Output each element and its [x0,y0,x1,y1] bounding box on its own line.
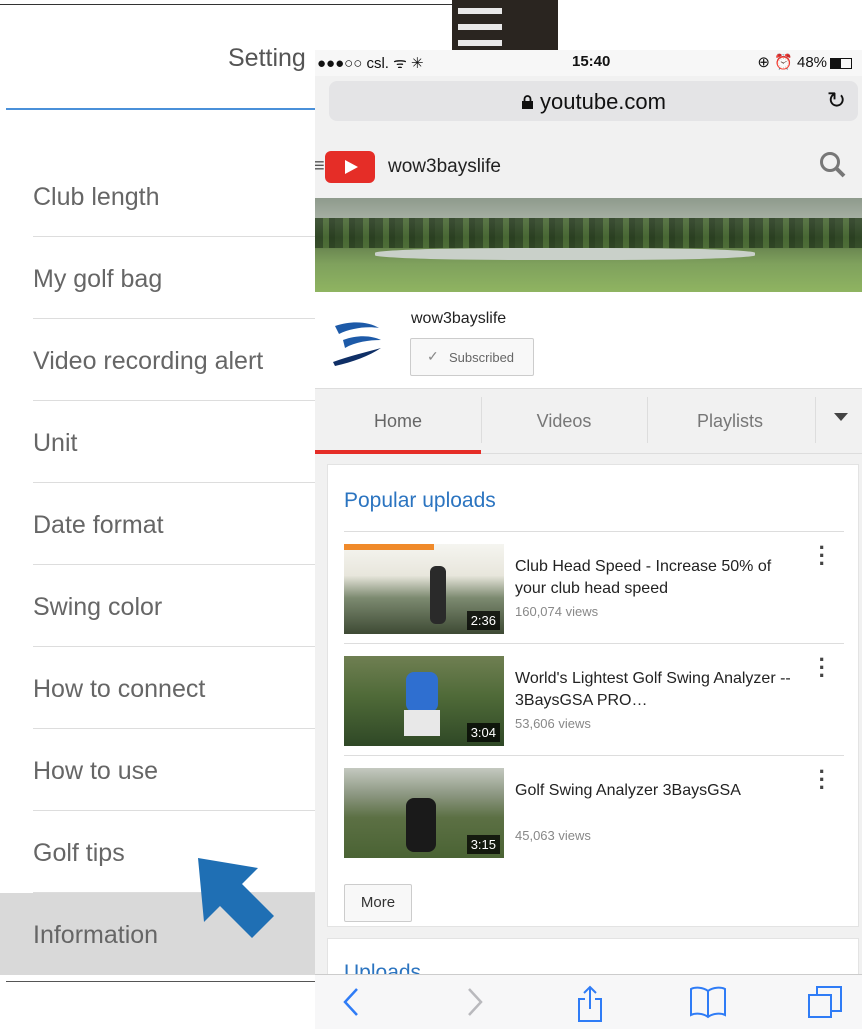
url-display: youtube.com [329,89,858,115]
guide-menu-icon[interactable]: ≡ [315,155,325,178]
settings-item-information[interactable]: Information [0,893,330,975]
share-icon[interactable] [575,985,605,1023]
tab-home[interactable]: Home [315,389,481,454]
popular-uploads-card: Popular uploads 2:36 Club Head Speed - I… [327,464,859,927]
menu-icon[interactable] [452,0,558,52]
safari-toolbar [315,974,862,1029]
settings-item-swing-color[interactable]: Swing color [0,565,330,647]
popular-uploads-heading: Popular uploads [344,489,496,512]
reload-icon[interactable]: ↻ [827,87,846,114]
settings-item-how-to-connect[interactable]: How to connect [0,647,330,729]
video-item[interactable]: 3:04 World's Lightest Golf Swing Analyze… [344,644,844,756]
settings-item-golf-tips[interactable]: Golf tips [0,811,330,893]
bookmarks-icon[interactable] [689,985,727,1019]
video-duration: 3:15 [466,835,500,854]
settings-item-label: Date format [33,511,164,539]
tab-videos[interactable]: Videos [481,389,647,453]
settings-item-label: Golf tips [33,839,125,867]
subscribed-button[interactable]: ✓ Subscribed [410,338,534,376]
video-thumbnail[interactable]: 3:15 [344,768,504,858]
bottom-divider [6,981,326,982]
video-thumbnail[interactable]: 3:04 [344,656,504,746]
search-icon[interactable] [818,150,848,180]
tabs-icon[interactable] [807,985,843,1021]
settings-item-unit[interactable]: Unit [0,401,330,483]
status-bar: ●●●○○ csl. ᯤ ✳ 15:40 ⊕ ⏰ 48% [315,50,862,76]
settings-item-label: Information [33,921,159,949]
video-duration: 3:04 [466,723,500,742]
settings-item-label: Club length [33,183,160,211]
settings-item-my-golf-bag[interactable]: My golf bag [0,237,330,319]
more-button[interactable]: More [344,884,412,922]
lock-icon [522,95,534,109]
checkmark-icon: ✓ [427,348,439,364]
settings-item-label: Swing color [33,593,163,621]
tab-playlists[interactable]: Playlists [647,389,813,453]
battery-icon [830,57,852,69]
settings-item-video-recording-alert[interactable]: Video recording alert [0,319,330,401]
video-duration: 2:36 [466,611,500,630]
settings-item-label: Unit [33,429,78,457]
youtube-header: ≡ wow3bayslife [315,138,862,199]
forward-icon[interactable] [463,985,487,1019]
back-icon[interactable] [339,985,363,1019]
top-divider [0,4,452,5]
status-time: 15:40 [572,53,611,70]
settings-item-label: How to use [33,757,159,785]
settings-item-label: How to connect [33,675,206,703]
channel-tabs: Home Videos Playlists [315,388,862,454]
settings-item-how-to-use[interactable]: How to use [0,729,330,811]
video-thumbnail[interactable]: 2:36 [344,544,504,634]
video-item[interactable]: 3:15 Golf Swing Analyzer 3BaysGSA 45,063… [344,756,844,868]
channel-name: wow3bayslife [411,310,507,327]
settings-item-club-length[interactable]: Club length [0,155,330,237]
youtube-logo-icon[interactable] [325,151,375,183]
phone-screenshot: ●●●○○ csl. ᯤ ✳ 15:40 ⊕ ⏰ 48% youtube.com… [315,50,862,1029]
channel-info: wow3bayslife ✓ Subscribed [315,292,862,388]
more-options-icon[interactable]: · · · [819,649,826,687]
video-views: 45,063 views [515,828,591,843]
settings-title: Setting [228,44,306,72]
video-views: 53,606 views [515,716,591,731]
status-right: ⊕ ⏰ 48% [757,53,852,71]
settings-item-label: Video recording alert [33,347,264,375]
settings-item-label: My golf bag [33,265,163,293]
address-bar[interactable]: youtube.com ↻ [329,81,858,121]
tabs-dropdown-icon[interactable] [816,389,862,453]
video-views: 160,074 views [515,604,599,619]
video-title[interactable]: Club Head Speed - Increase 50% of your c… [515,556,795,600]
url-text: youtube.com [540,89,666,114]
header-channel-name: wow3bayslife [388,156,501,177]
video-item[interactable]: 2:36 Club Head Speed - Increase 50% of y… [344,532,844,644]
video-title[interactable]: Golf Swing Analyzer 3BaysGSA [515,780,795,802]
carrier-signal: ●●●○○ csl. ᯤ ✳ [317,55,424,72]
settings-item-date-format[interactable]: Date format [0,483,330,565]
more-options-icon[interactable]: · · · [819,537,826,575]
channel-banner-image [315,198,862,292]
pointer-arrow-icon [198,858,274,938]
battery-percent: ⊕ ⏰ 48% [757,54,827,71]
subscribed-label: Subscribed [449,350,515,365]
title-underline [6,108,326,110]
settings-list: Club length My golf bag Video recording … [0,155,330,975]
more-options-icon[interactable]: · · · [819,761,826,799]
channel-avatar[interactable] [329,312,385,368]
video-title[interactable]: World's Lightest Golf Swing Analyzer -- … [515,668,795,712]
